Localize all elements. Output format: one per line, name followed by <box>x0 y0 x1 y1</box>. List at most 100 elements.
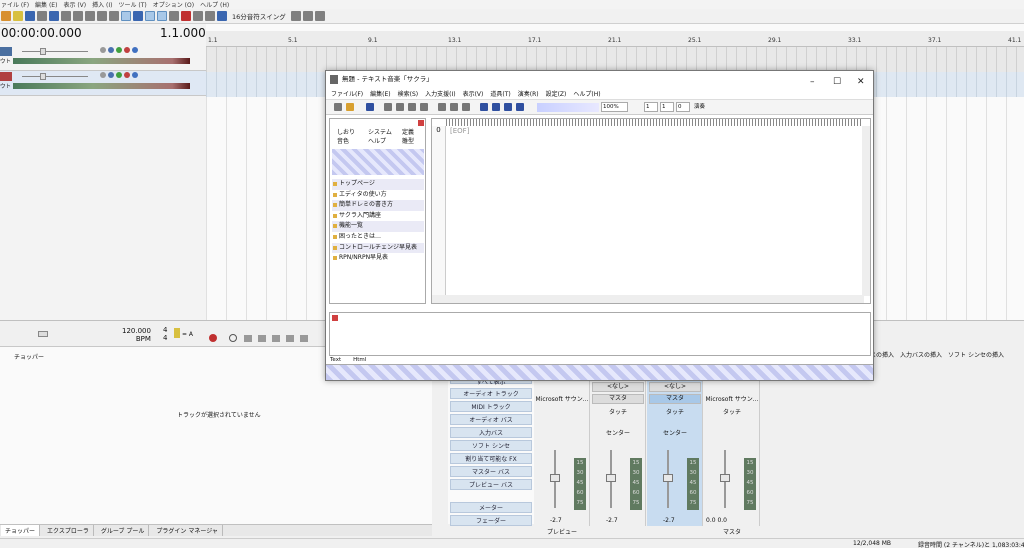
softsynth-filter[interactable]: ソフト シンセ <box>450 440 532 451</box>
tab-bookmarks[interactable]: しおり <box>337 127 355 136</box>
loop-button[interactable] <box>229 334 237 342</box>
preview-bus-filter[interactable]: プレビュー バス <box>450 479 532 490</box>
automation-mode[interactable]: タッチ <box>590 407 646 416</box>
record-button[interactable] <box>209 334 217 342</box>
automation-mode[interactable]: タッチ <box>704 407 760 416</box>
loop-tool-icon[interactable] <box>145 11 155 21</box>
number-field[interactable]: 0 <box>676 102 690 112</box>
volume-fader[interactable] <box>22 76 88 77</box>
envelope-tool-icon[interactable] <box>193 11 203 21</box>
pause-icon[interactable] <box>516 103 524 111</box>
volume-knob[interactable] <box>40 48 46 55</box>
cut-icon[interactable] <box>396 103 404 111</box>
strip-input-slot[interactable]: <なし> <box>649 382 701 392</box>
list-item[interactable]: コントロールチェンジ早見表 <box>332 242 424 254</box>
list-item[interactable]: RPN/NRPN早見表 <box>332 253 424 264</box>
automation-mode[interactable]: タッチ <box>647 407 703 416</box>
play-text-button[interactable]: 演奏 <box>694 102 705 110</box>
tab-help[interactable]: ヘルプ <box>368 136 387 145</box>
open-folder-icon[interactable] <box>13 11 23 21</box>
cut-icon[interactable] <box>61 11 71 21</box>
draw-tool-icon[interactable] <box>169 11 179 21</box>
tab-instruments[interactable]: 音色 <box>337 136 349 145</box>
paste-icon[interactable] <box>420 103 428 111</box>
record-icon[interactable] <box>504 103 512 111</box>
menu-help[interactable]: ヘルプ (H) <box>200 0 229 9</box>
tab-plugin-manager[interactable]: プラグイン マネージャ <box>152 525 223 536</box>
mixer-strip[interactable]: Microsoft サウン... 15 30 45 60 75 -2.7 プレビュー <box>534 380 590 536</box>
menu-edit[interactable]: 編集(E) <box>370 89 390 98</box>
properties-icon[interactable] <box>37 11 47 21</box>
zoom-tool-icon[interactable] <box>121 11 131 21</box>
pan-label[interactable]: センター <box>647 428 703 437</box>
close-icon[interactable] <box>418 120 424 126</box>
window-title-bar[interactable]: 無題 - テキスト音楽「サクラ」 – ☐ ✕ <box>326 71 873 88</box>
edit-icon[interactable] <box>450 103 458 111</box>
settings-icon[interactable] <box>314 11 325 21</box>
strip-fader-knob[interactable] <box>550 474 560 482</box>
strip-fader-knob[interactable] <box>720 474 730 482</box>
disable-icon[interactable] <box>132 47 138 53</box>
swing-select[interactable]: 16分音符スイング <box>232 11 286 21</box>
position-slider[interactable] <box>537 103 599 112</box>
measure-display[interactable]: 1.1.000 <box>160 26 206 40</box>
solo-icon[interactable] <box>108 72 114 78</box>
output-pane[interactable] <box>329 312 871 356</box>
track-row[interactable]: ウト <box>0 46 206 71</box>
undo-icon[interactable] <box>97 11 107 21</box>
menu-settings[interactable]: 設定(Z) <box>546 89 567 98</box>
menu-edit[interactable]: 編集 (E) <box>35 0 57 9</box>
strip-name[interactable]: マスタ <box>592 394 644 404</box>
menu-view[interactable]: 表示 (V) <box>63 0 86 9</box>
mixer-strip[interactable]: <なし> マスタ タッチ センター 15 30 45 60 75 -2.7 <box>590 380 646 526</box>
pan-label[interactable]: センター <box>590 428 646 437</box>
menu-insert[interactable]: 挿入 (I) <box>92 0 112 9</box>
pause-button[interactable] <box>286 335 294 342</box>
fader-button[interactable]: フェーダー <box>450 515 532 526</box>
tab-definitions[interactable]: 定義 <box>402 127 414 136</box>
menu-tools[interactable]: ツール (T) <box>119 0 147 9</box>
input-icon[interactable] <box>116 47 122 53</box>
menu-options[interactable]: オプション (O) <box>153 0 194 9</box>
menu-input[interactable]: 入力支援(I) <box>425 89 455 98</box>
insert-input-bus-link[interactable]: 入力バスの挿入 <box>900 350 942 359</box>
input-icon[interactable] <box>116 72 122 78</box>
record-icon[interactable] <box>124 72 130 78</box>
time-signature[interactable]: 4 4 <box>163 326 167 342</box>
close-icon[interactable] <box>332 315 338 321</box>
rewind-button[interactable] <box>244 335 252 342</box>
list-item[interactable]: サクラ入門講座 <box>332 211 424 222</box>
tab-html[interactable]: Html <box>353 357 366 363</box>
solo-icon[interactable] <box>108 47 114 53</box>
snap-icon[interactable] <box>217 11 227 21</box>
mixer-strip[interactable]: <なし> マスタ タッチ センター 15 30 45 60 75 -2.7 <box>647 380 703 526</box>
vertical-scrollbar[interactable] <box>862 126 870 296</box>
number-field[interactable]: 1 <box>660 102 674 112</box>
select-tool-icon[interactable] <box>133 11 143 21</box>
master-bus-filter[interactable]: マスター バス <box>450 466 532 477</box>
strip-name[interactable]: マスタ <box>649 394 701 404</box>
chart-icon[interactable] <box>462 103 470 111</box>
tab-templates[interactable]: 雛型 <box>402 136 414 145</box>
clip-lane[interactable] <box>206 47 1024 72</box>
record-icon[interactable] <box>124 47 130 53</box>
metronome-icon[interactable] <box>174 328 180 338</box>
menu-view[interactable]: 表示(V) <box>463 89 484 98</box>
save-icon[interactable] <box>25 11 35 21</box>
strip-input-slot[interactable]: <なし> <box>592 382 644 392</box>
mixer-strip[interactable]: Microsoft サウン... タッチ 15 30 45 60 75 0.0 0.0 … <box>704 380 760 536</box>
zoom-select[interactable]: 100% <box>601 102 628 112</box>
tempo-display[interactable]: 120.000 BPM <box>122 327 151 343</box>
meter-button[interactable]: メーター <box>450 502 532 513</box>
list-item[interactable]: エディタの使い方 <box>332 190 424 201</box>
stop-icon[interactable] <box>492 103 500 111</box>
erase-tool-icon[interactable] <box>181 11 191 21</box>
time-display[interactable]: 00:00:00.000 <box>1 26 82 40</box>
menu-search[interactable]: 検索(S) <box>398 89 419 98</box>
tab-system[interactable]: システム <box>368 127 392 136</box>
save-icon[interactable] <box>366 103 374 111</box>
new-icon[interactable] <box>334 103 342 111</box>
midi-track-filter[interactable]: MIDI トラック <box>450 401 532 412</box>
undo-icon[interactable] <box>384 103 392 111</box>
horizontal-scrollbar[interactable] <box>432 295 864 303</box>
